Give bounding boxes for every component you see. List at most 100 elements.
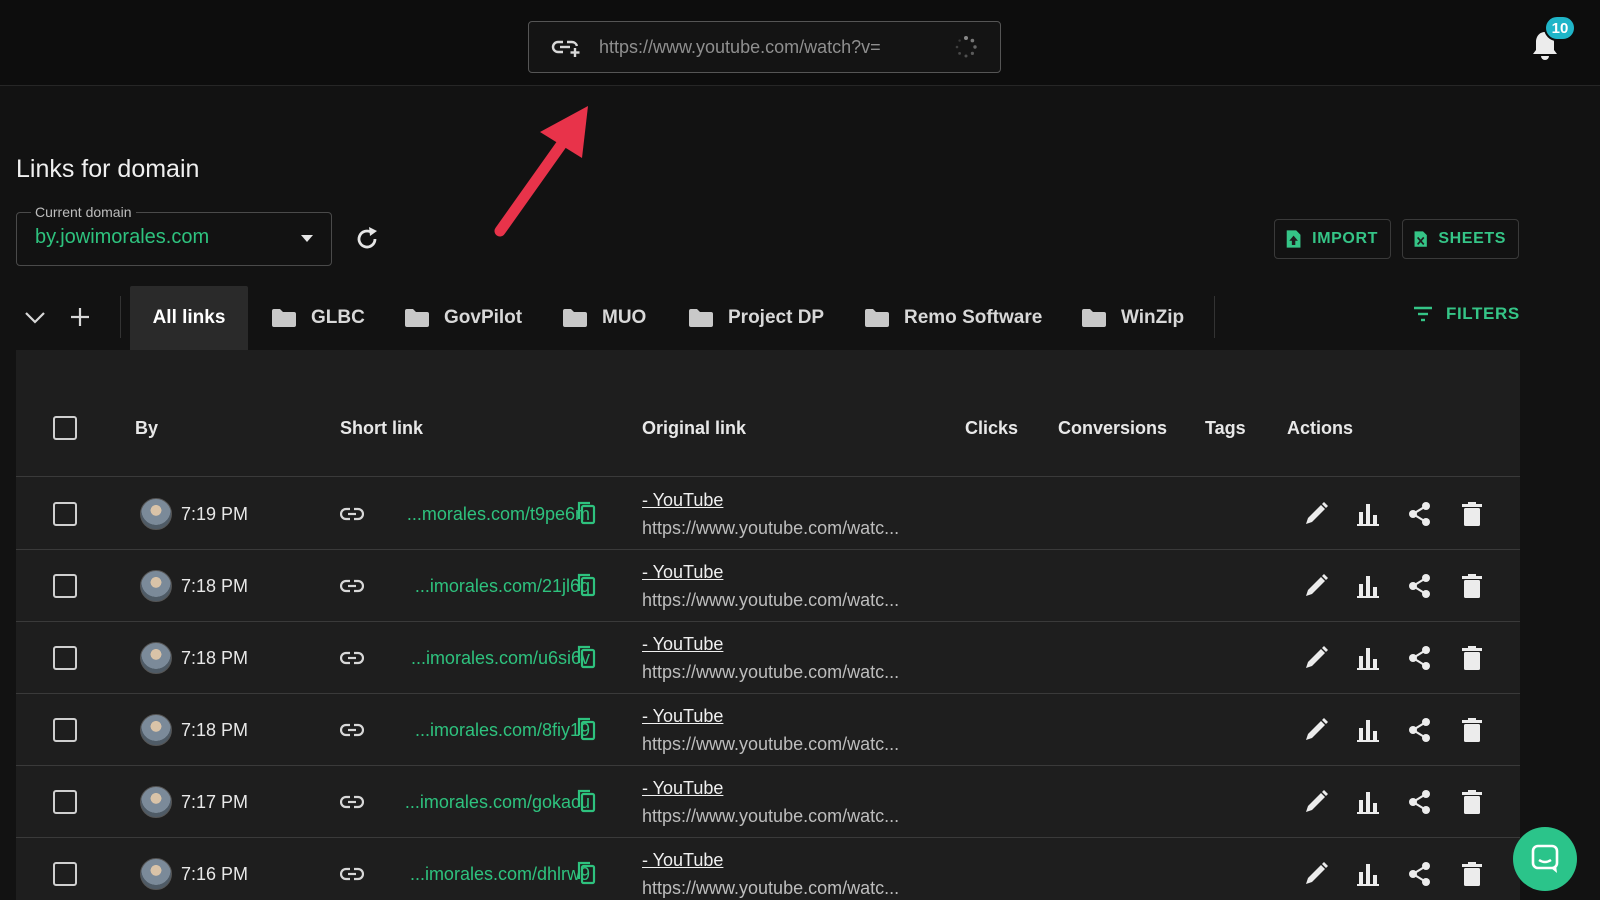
tab-govpilot[interactable]: GovPilot [404,286,522,350]
bar-chart-icon[interactable] [1354,716,1382,744]
original-link-url: https://www.youtube.com/watc... [642,734,900,754]
copy-icon[interactable] [576,500,596,526]
share-icon[interactable] [1406,644,1434,672]
original-link-title[interactable]: - YouTube [642,490,723,511]
tab-label: WinZip [1121,307,1185,328]
chat-button[interactable] [1513,827,1577,891]
copy-icon[interactable] [576,644,596,670]
row-checkbox[interactable] [53,862,77,886]
chevron-down-icon[interactable] [22,304,48,330]
page-title: Links for domain [16,155,200,183]
plus-icon[interactable] [67,304,93,330]
bar-chart-icon[interactable] [1354,644,1382,672]
row-checkbox[interactable] [53,718,77,742]
top-bar: 10 [0,0,1600,86]
folder-icon [689,309,713,327]
trash-icon[interactable] [1458,572,1486,600]
link-icon [340,723,364,737]
tab-label: Remo Software [904,307,1043,328]
avatar [140,498,172,530]
folder-icon [405,309,429,327]
link-icon [340,867,364,881]
pencil-icon[interactable] [1302,788,1330,816]
red-arrow-annotation [494,106,588,237]
copy-icon[interactable] [576,860,596,886]
filters-label: FILTERS [1446,304,1520,323]
tab-divider [120,296,121,338]
row-time: 7:17 PM [181,792,249,812]
bar-chart-icon[interactable] [1354,500,1382,528]
tab-muo[interactable]: MUO [562,286,646,350]
copy-icon[interactable] [576,572,596,598]
links-table: By Short link Original link Clicks Conve… [16,350,1520,900]
table-row: 7:19 PM ...morales.com/t9pe6m - YouTube … [16,478,1520,550]
tab-label: All links [152,307,226,328]
trash-icon[interactable] [1458,644,1486,672]
refresh-icon[interactable] [352,224,382,254]
short-link[interactable]: ...imorales.com/gokacu [405,792,590,813]
shorten-url-box[interactable] [528,21,1001,73]
short-link[interactable]: ...morales.com/t9pe6m [407,504,590,525]
copy-icon[interactable] [576,716,596,742]
row-checkbox[interactable] [53,646,77,670]
original-link-url: https://www.youtube.com/watc... [642,806,900,826]
table-header: By Short link Original link Clicks Conve… [16,350,1520,477]
tab-glbc[interactable]: GLBC [271,286,365,350]
table-row: 7:17 PM ...imorales.com/gokacu - YouTube… [16,766,1520,838]
share-icon[interactable] [1406,716,1434,744]
sheets-button-label: SHEETS [1438,230,1506,247]
bar-chart-icon[interactable] [1354,860,1382,888]
row-checkbox[interactable] [53,790,77,814]
share-icon[interactable] [1406,860,1434,888]
original-link-title[interactable]: - YouTube [642,778,723,799]
folder-tabs: All links GLBC GovPilot MUO Project DP R… [0,286,1520,350]
tab-label: GLBC [311,307,365,328]
bar-chart-icon[interactable] [1354,572,1382,600]
trash-icon[interactable] [1458,788,1486,816]
original-link-title[interactable]: - YouTube [642,562,723,583]
filters-button[interactable]: FILTERS [1412,304,1520,324]
pencil-icon[interactable] [1302,644,1330,672]
original-link-title[interactable]: - YouTube [642,634,723,655]
trash-icon[interactable] [1458,860,1486,888]
import-button[interactable]: IMPORT [1274,219,1391,259]
url-input[interactable] [599,36,944,58]
pencil-icon[interactable] [1302,500,1330,528]
tab-divider [1214,296,1215,338]
original-link-title[interactable]: - YouTube [642,850,723,871]
domain-select[interactable]: Current domain by.jowimorales.com [16,204,332,266]
short-link[interactable]: ...imorales.com/dhlrw9 [410,864,590,885]
short-link[interactable]: ...imorales.com/u6si6v [411,648,590,669]
avatar [140,858,172,890]
pencil-icon[interactable] [1302,716,1330,744]
row-checkbox[interactable] [53,502,77,526]
original-link-title[interactable]: - YouTube [642,706,723,727]
pencil-icon[interactable] [1302,860,1330,888]
chat-icon [1531,844,1559,873]
tab-all-links[interactable]: All links [130,286,248,350]
trash-icon[interactable] [1458,716,1486,744]
import-button-label: IMPORT [1312,230,1378,247]
header-conversions: Conversions [1058,418,1168,438]
sheets-button[interactable]: SHEETS [1402,219,1519,259]
trash-icon[interactable] [1458,500,1486,528]
caret-down-icon [301,235,313,242]
short-link[interactable]: ...imorales.com/21jl6q [415,576,590,597]
table-row: 7:18 PM ...imorales.com/21jl6q - YouTube… [16,550,1520,622]
table-row: 7:16 PM ...imorales.com/dhlrw9 - YouTube… [16,838,1520,900]
row-checkbox[interactable] [53,574,77,598]
filter-icon [1414,306,1432,322]
short-link[interactable]: ...imorales.com/8fiy19 [415,720,590,741]
copy-icon[interactable] [576,788,596,814]
tab-remo-software[interactable]: Remo Software [864,286,1042,350]
bar-chart-icon[interactable] [1354,788,1382,816]
tab-winzip[interactable]: WinZip [1081,286,1184,350]
link-icon [340,579,364,593]
select-all-checkbox[interactable] [53,416,77,440]
tab-project-dp[interactable]: Project DP [688,286,824,350]
share-icon[interactable] [1406,788,1434,816]
link-icon [340,795,364,809]
share-icon[interactable] [1406,500,1434,528]
pencil-icon[interactable] [1302,572,1330,600]
share-icon[interactable] [1406,572,1434,600]
